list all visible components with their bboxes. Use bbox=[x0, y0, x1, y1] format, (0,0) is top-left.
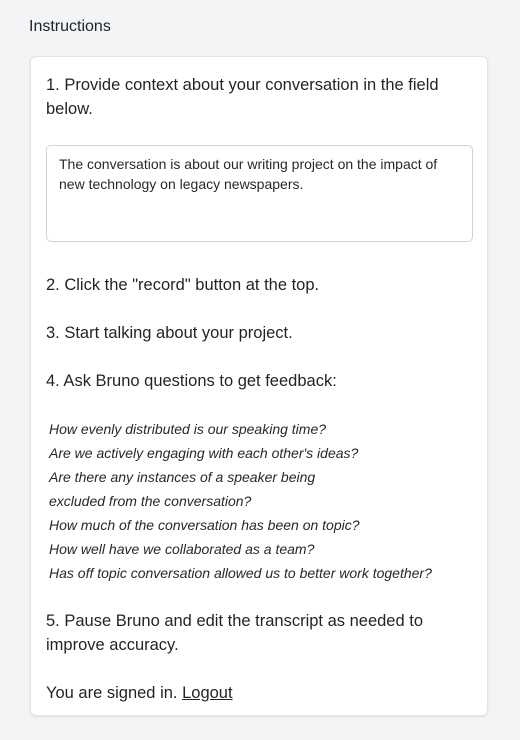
example-question: How well have we collaborated as a team? bbox=[49, 541, 315, 557]
signin-status: You are signed in. Logout bbox=[46, 681, 233, 705]
step-2-text: 2. Click the "record" button at the top. bbox=[46, 276, 320, 294]
example-question: How much of the conversation has been on… bbox=[49, 517, 360, 533]
step-3-text: 3. Start talking about your project. bbox=[46, 324, 293, 342]
signin-status-text: You are signed in. bbox=[46, 684, 178, 702]
example-questions-list: How evenly distributed is our speaking t… bbox=[49, 417, 432, 585]
step-4-text: 4. Ask Bruno questions to get feedback: bbox=[46, 372, 337, 390]
example-question: How evenly distributed is our speaking t… bbox=[49, 421, 327, 437]
example-question: Are we actively engaging with each other… bbox=[49, 445, 359, 461]
example-question: excluded from the conversation? bbox=[49, 493, 252, 509]
step-1-text: 1. Provide context about your conversati… bbox=[46, 76, 439, 118]
section-title: Instructions bbox=[29, 18, 111, 35]
example-question: Are there any instances of a speaker bei… bbox=[49, 469, 316, 485]
step-5-text: 5. Pause Bruno and edit the transcript a… bbox=[46, 612, 424, 654]
instructions-card: 1. Provide context about your conversati… bbox=[30, 56, 488, 716]
context-input[interactable]: The conversation is about our writing pr… bbox=[46, 145, 473, 242]
logout-link[interactable]: Logout bbox=[182, 684, 232, 702]
example-question: Has off topic conversation allowed us to… bbox=[49, 565, 432, 581]
